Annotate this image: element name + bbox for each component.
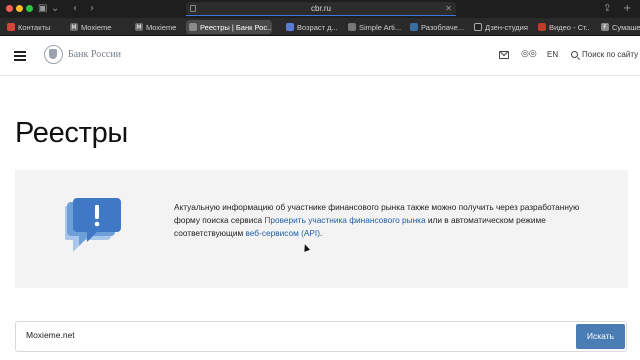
- close-window-button[interactable]: [6, 5, 13, 12]
- tab-label: Moxieme: [146, 22, 177, 32]
- search-icon[interactable]: [571, 51, 578, 58]
- stop-loading-icon[interactable]: ✕: [445, 2, 452, 15]
- search-button[interactable]: Искать: [576, 324, 625, 349]
- address-bar[interactable]: cbr.ru ✕: [186, 2, 456, 16]
- letter-m-icon: M: [70, 23, 78, 31]
- share-icon[interactable]: ⇪: [603, 2, 611, 16]
- speech-bubble-alert-icon: [65, 198, 121, 252]
- new-tab-icon[interactable]: +: [623, 2, 631, 16]
- red-bookmark-icon: [7, 23, 15, 31]
- minimize-window-button[interactable]: [16, 5, 23, 12]
- site-header: Банк России ◎◎ EN Поиск по сайту: [0, 36, 640, 76]
- tab-0[interactable]: Контакты: [4, 20, 64, 34]
- document-icon: [286, 23, 294, 31]
- menu-icon[interactable]: [14, 51, 26, 61]
- sidebar-toggle-icon[interactable]: ▣: [38, 2, 47, 16]
- tab-label: Контакты: [18, 22, 51, 32]
- tab-label: Возраст д...: [297, 22, 338, 32]
- tab-6[interactable]: Разоблаче...: [407, 20, 469, 34]
- browser-titlebar: ▣ ⌄ ‹ › cbr.ru ✕ ⇪ +: [0, 0, 640, 18]
- accessibility-glasses-icon[interactable]: ◎◎: [521, 49, 537, 59]
- back-arrow-icon[interactable]: ‹: [73, 2, 77, 16]
- registry-search-input[interactable]: [26, 330, 526, 340]
- mail-icon[interactable]: [499, 51, 509, 59]
- tab-label: Simple Arti...: [359, 22, 402, 32]
- forward-arrow-icon[interactable]: ›: [90, 2, 94, 16]
- zoom-window-button[interactable]: [26, 5, 33, 12]
- tab-9[interactable]: F Сумашед...: [598, 20, 640, 34]
- tab-label: Разоблаче...: [421, 22, 465, 32]
- loading-progress: [186, 15, 456, 16]
- tab-label: Дзен-студия: [485, 22, 528, 32]
- video-icon: [538, 23, 546, 31]
- tab-4[interactable]: Возраст д...: [283, 20, 343, 34]
- tab-label: Moxieme: [81, 22, 112, 32]
- tab-2[interactable]: M Moxieme: [132, 20, 182, 34]
- language-switch[interactable]: EN: [547, 50, 558, 59]
- registry-search-field[interactable]: [15, 321, 627, 352]
- info-panel: Актуальную информацию об участнике финан…: [15, 170, 628, 288]
- chevron-down-icon[interactable]: ⌄: [51, 2, 59, 16]
- bank-emblem-icon: [189, 23, 197, 31]
- info-text: Актуальную информацию об участнике финан…: [174, 201, 594, 240]
- tab-label: Видео - Ст...: [549, 22, 589, 32]
- zen-icon: [474, 23, 482, 31]
- tab-8[interactable]: Видео - Ст...: [535, 20, 589, 34]
- tab-label: Реестры | Банк Рос...: [200, 22, 272, 32]
- vk-icon: [410, 23, 418, 31]
- bank-emblem-icon[interactable]: [44, 45, 63, 64]
- letter-m-icon: M: [135, 23, 143, 31]
- letter-f-icon: F: [601, 23, 609, 31]
- tab-label: Сумашед...: [612, 22, 640, 32]
- tab-7[interactable]: Дзен-студия: [471, 20, 533, 34]
- page-title: Реестры: [15, 117, 128, 149]
- gear-icon: [348, 23, 356, 31]
- tab-3-active[interactable]: Реестры | Банк Рос...: [186, 20, 272, 34]
- tab-1[interactable]: M Moxieme: [67, 20, 129, 34]
- info-text-end: .: [320, 228, 323, 238]
- tab-5[interactable]: Simple Arti...: [345, 20, 405, 34]
- tab-bar: Контакты M Moxieme M Moxieme Реестры | Б…: [0, 18, 640, 36]
- site-logo-text[interactable]: Банк России: [68, 49, 121, 60]
- web-service-api-link[interactable]: веб-сервисом (API): [245, 228, 320, 238]
- address-text: cbr.ru: [310, 4, 331, 13]
- site-search-link[interactable]: Поиск по сайту: [582, 50, 638, 59]
- check-participant-link[interactable]: Проверить участника финансового рынка: [264, 215, 425, 225]
